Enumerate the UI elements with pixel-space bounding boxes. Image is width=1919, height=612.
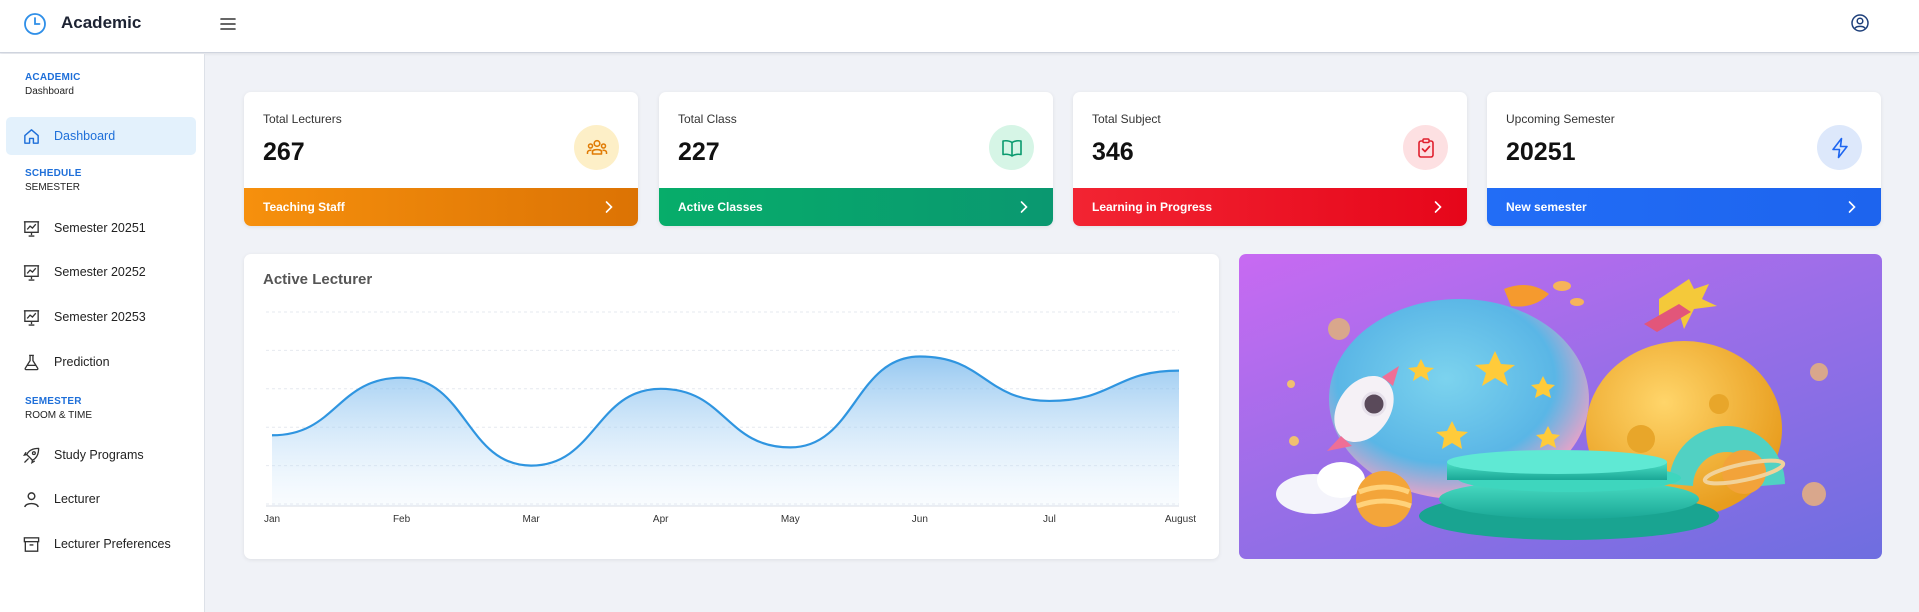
sidebar-item-label: Lecturer Preferences — [54, 537, 171, 551]
card-footer-label: Learning in Progress — [1092, 200, 1213, 214]
sidebar: ACADEMIC Dashboard Dashboard SCHEDULE SE… — [0, 54, 205, 612]
section-subtitle-dashboard: Dashboard — [25, 86, 74, 97]
card-title: Total Lecturers — [263, 112, 342, 126]
flask-icon — [24, 354, 39, 371]
section-subtitle-semester: SEMESTER — [25, 182, 81, 193]
clock-icon — [24, 13, 46, 35]
user-circle-icon[interactable] — [1850, 13, 1870, 33]
presentation-chart-icon — [23, 310, 40, 326]
book-open-icon — [989, 125, 1034, 170]
user-icon — [24, 492, 39, 508]
x-tick-label: August — [1165, 514, 1196, 525]
card-footer-link-learning-in-progress[interactable]: Learning in Progress — [1073, 188, 1467, 226]
card-value: 227 — [678, 138, 720, 166]
card-value: 267 — [263, 138, 305, 166]
stat-card-total-lecturers: Total Lecturers 267 Teaching Staff — [244, 92, 638, 226]
stat-card-total-class: Total Class 227 Active Classes — [659, 92, 1053, 226]
area-chart: Jan Feb Mar Apr May Jun Jul August — [264, 311, 1196, 525]
sidebar-item-semester-20252[interactable]: Semester 20252 — [6, 253, 196, 291]
x-tick-label: Jul — [1043, 514, 1056, 525]
section-subtitle-room-time: ROOM & TIME — [25, 410, 93, 421]
sidebar-item-label: Semester 20251 — [54, 221, 146, 235]
hamburger-icon[interactable] — [218, 14, 238, 34]
card-footer-link-new-semester[interactable]: New semester — [1487, 188, 1881, 226]
card-footer-link-active-classes[interactable]: Active Classes — [659, 188, 1053, 226]
sidebar-item-lecturer[interactable]: Lecturer — [6, 480, 196, 518]
users-icon — [574, 125, 619, 170]
rocket-icon — [23, 447, 40, 464]
chevron-right-icon — [1434, 201, 1442, 213]
sidebar-item-dashboard[interactable]: Dashboard — [6, 117, 196, 155]
x-tick-label: Jun — [912, 514, 928, 525]
x-tick-label: Mar — [523, 514, 541, 525]
sidebar-item-label: Semester 20252 — [54, 265, 146, 279]
presentation-chart-icon — [23, 265, 40, 281]
sidebar-item-prediction[interactable]: Prediction — [6, 343, 196, 381]
x-tick-label: Jan — [264, 514, 280, 525]
chevron-right-icon — [1848, 201, 1856, 213]
sidebar-item-study-programs[interactable]: Study Programs — [6, 436, 196, 474]
x-tick-label: Apr — [653, 514, 669, 525]
stat-card-total-subject: Total Subject 346 Learning in Progress — [1073, 92, 1467, 226]
presentation-chart-icon — [23, 221, 40, 237]
sidebar-item-semester-20253[interactable]: Semester 20253 — [6, 298, 196, 336]
x-tick-label: Feb — [393, 514, 411, 525]
sidebar-item-semester-20251[interactable]: Semester 20251 — [6, 209, 196, 247]
card-title: Total Subject — [1092, 112, 1161, 126]
card-footer-label: Teaching Staff — [263, 200, 345, 214]
card-footer-link-teaching-staff[interactable]: Teaching Staff — [244, 188, 638, 226]
lightning-icon — [1817, 125, 1862, 170]
section-title-semester: SEMESTER — [25, 396, 82, 407]
card-value: 346 — [1092, 138, 1134, 166]
sidebar-item-label: Prediction — [54, 355, 110, 369]
home-icon — [24, 129, 39, 144]
sidebar-item-label: Semester 20253 — [54, 310, 146, 324]
space-rocket-illustration — [1239, 254, 1882, 559]
sidebar-item-lecturer-preferences[interactable]: Lecturer Preferences — [6, 525, 196, 563]
chevron-right-icon — [1020, 201, 1028, 213]
archive-icon — [23, 537, 40, 552]
x-tick-label: May — [781, 514, 800, 525]
sidebar-item-label: Lecturer — [54, 492, 100, 506]
top-header: Academic — [0, 0, 1919, 53]
card-title: Total Class — [678, 112, 737, 126]
brand-name: Academic — [61, 13, 142, 32]
chevron-right-icon — [605, 201, 613, 213]
card-footer-label: New semester — [1506, 200, 1587, 214]
sidebar-item-label: Dashboard — [54, 129, 116, 143]
card-value: 20251 — [1506, 138, 1576, 166]
section-title-academic: ACADEMIC — [25, 72, 81, 83]
clipboard-check-icon — [1403, 125, 1448, 170]
section-title-schedule: SCHEDULE — [25, 168, 82, 179]
sidebar-item-label: Study Programs — [54, 448, 144, 462]
card-footer-label: Active Classes — [678, 200, 763, 214]
card-title: Upcoming Semester — [1506, 112, 1615, 126]
stat-card-upcoming-semester: Upcoming Semester 20251 New semester — [1487, 92, 1881, 226]
active-lecturer-chart-card: Active Lecturer Jan Feb Mar Apr May Jun Jul Aug… — [244, 254, 1219, 559]
